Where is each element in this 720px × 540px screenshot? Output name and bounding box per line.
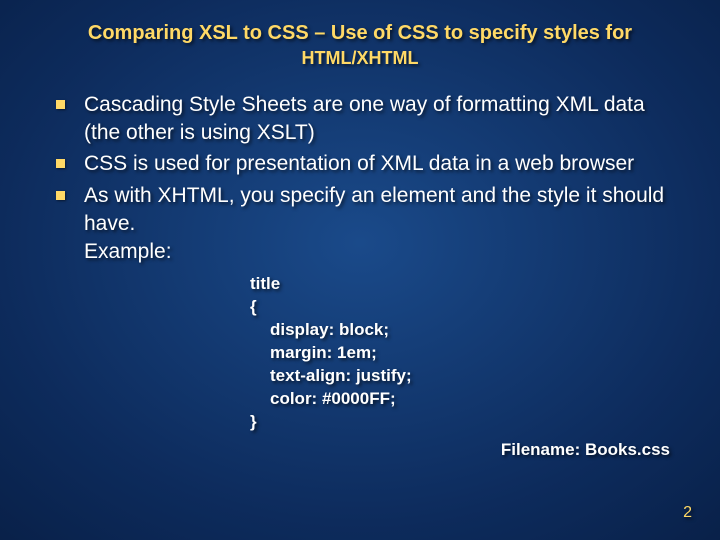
slide-title-line1: Comparing XSL to CSS – Use of CSS to spe… (40, 20, 680, 46)
code-line: text-align: justify; (250, 365, 680, 388)
bullet-list: Cascading Style Sheets are one way of fo… (50, 91, 680, 265)
page-number: 2 (683, 504, 692, 522)
list-item: Cascading Style Sheets are one way of fo… (50, 91, 680, 146)
code-example: title { display: block; margin: 1em; tex… (250, 273, 680, 434)
code-line: display: block; (250, 319, 680, 342)
code-line: margin: 1em; (250, 342, 680, 365)
code-line: } (250, 411, 680, 434)
code-line: { (250, 296, 680, 319)
code-line: title (250, 273, 680, 296)
list-item: As with XHTML, you specify an element an… (50, 182, 680, 265)
filename-label: Filename: Books.css (40, 440, 670, 460)
slide-title-line2: HTML/XHTML (40, 48, 680, 69)
list-item: CSS is used for presentation of XML data… (50, 150, 680, 178)
slide: Comparing XSL to CSS – Use of CSS to spe… (0, 0, 720, 540)
code-line: color: #0000FF; (250, 388, 680, 411)
